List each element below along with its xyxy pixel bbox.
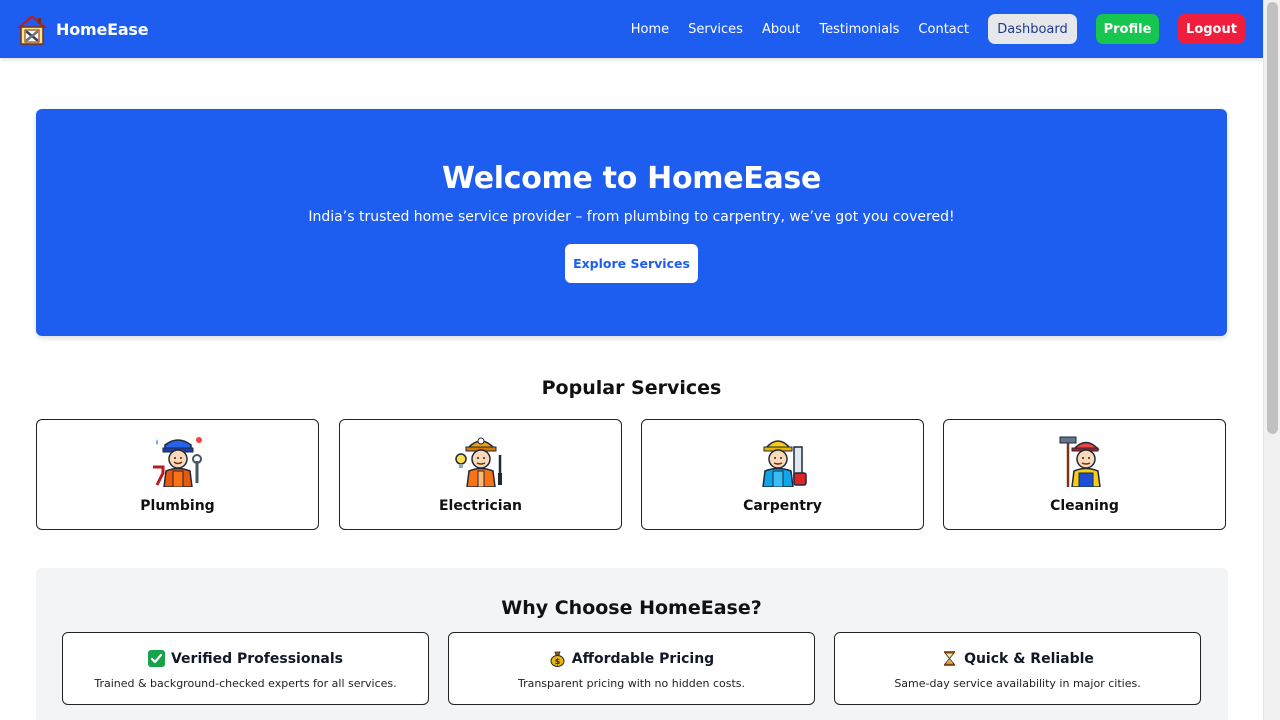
feature-card-pricing: $ Affordable Pricing Transparent pricing…	[448, 632, 815, 705]
nav-link-home[interactable]: Home	[631, 22, 669, 37]
page: HomeEase Home Services About Testimonial…	[0, 0, 1263, 720]
nav-link-testimonials[interactable]: Testimonials	[819, 22, 899, 37]
hero-subtitle: India’s trusted home service provider – …	[308, 209, 955, 225]
money-bag-icon: $	[550, 651, 565, 667]
feature-title: Quick & Reliable	[964, 650, 1094, 667]
check-mark-icon	[147, 650, 165, 667]
profile-button[interactable]: Profile	[1096, 14, 1159, 44]
feature-description: Transparent pricing with no hidden costs…	[517, 677, 746, 690]
carpenter-icon	[761, 440, 807, 487]
dashboard-button[interactable]: Dashboard	[988, 14, 1077, 44]
service-label: Carpentry	[743, 498, 822, 514]
feature-description: Trained & background-checked experts for…	[94, 677, 397, 690]
brand[interactable]: HomeEase	[16, 13, 149, 45]
feature-card-verified: Verified Professionals Trained & backgro…	[62, 632, 429, 705]
feature-heading: Verified Professionals	[63, 650, 428, 667]
feature-card-quick: Quick & Reliable Same-day service availa…	[834, 632, 1201, 705]
logout-button[interactable]: Logout	[1178, 14, 1245, 44]
nav-link-contact[interactable]: Contact	[918, 22, 969, 37]
hero-banner: Welcome to HomeEase India’s trusted home…	[36, 109, 1227, 336]
nav-link-services[interactable]: Services	[688, 22, 743, 37]
scrollbar-thumb[interactable]	[1267, 2, 1278, 434]
service-card-cleaning[interactable]: Cleaning	[943, 419, 1226, 530]
feature-title: Affordable Pricing	[571, 650, 715, 667]
house-tools-logo-icon	[17, 15, 47, 45]
popular-services-title: Popular Services	[541, 377, 722, 399]
service-label: Plumbing	[140, 498, 215, 514]
vertical-scrollbar[interactable]	[1263, 0, 1280, 720]
service-label: Cleaning	[1050, 498, 1119, 514]
hourglass-icon	[944, 651, 956, 666]
cleaner-icon	[1059, 436, 1101, 487]
feature-description: Same-day service availability in major c…	[894, 677, 1141, 690]
feature-heading: $ Affordable Pricing	[449, 650, 814, 667]
nav-links: Home Services About Testimonials Contact…	[631, 14, 1245, 44]
hero-title: Welcome to HomeEase	[441, 161, 822, 196]
service-card-carpentry[interactable]: Carpentry	[641, 419, 924, 530]
brand-name: HomeEase	[56, 19, 149, 39]
nav-link-about[interactable]: About	[762, 22, 800, 37]
why-choose-title: Why Choose HomeEase?	[501, 597, 762, 619]
service-label: Electrician	[438, 498, 523, 514]
navbar: HomeEase Home Services About Testimonial…	[0, 0, 1263, 58]
explore-services-button[interactable]: Explore Services	[565, 244, 698, 283]
feature-heading: Quick & Reliable	[835, 650, 1200, 667]
electrician-icon	[454, 437, 502, 487]
feature-title: Verified Professionals	[170, 650, 344, 667]
service-card-electrician[interactable]: Electrician	[339, 419, 622, 530]
service-card-plumbing[interactable]: Plumbing	[36, 419, 319, 530]
plumber-icon	[152, 437, 202, 487]
svg-text:$: $	[555, 657, 561, 666]
